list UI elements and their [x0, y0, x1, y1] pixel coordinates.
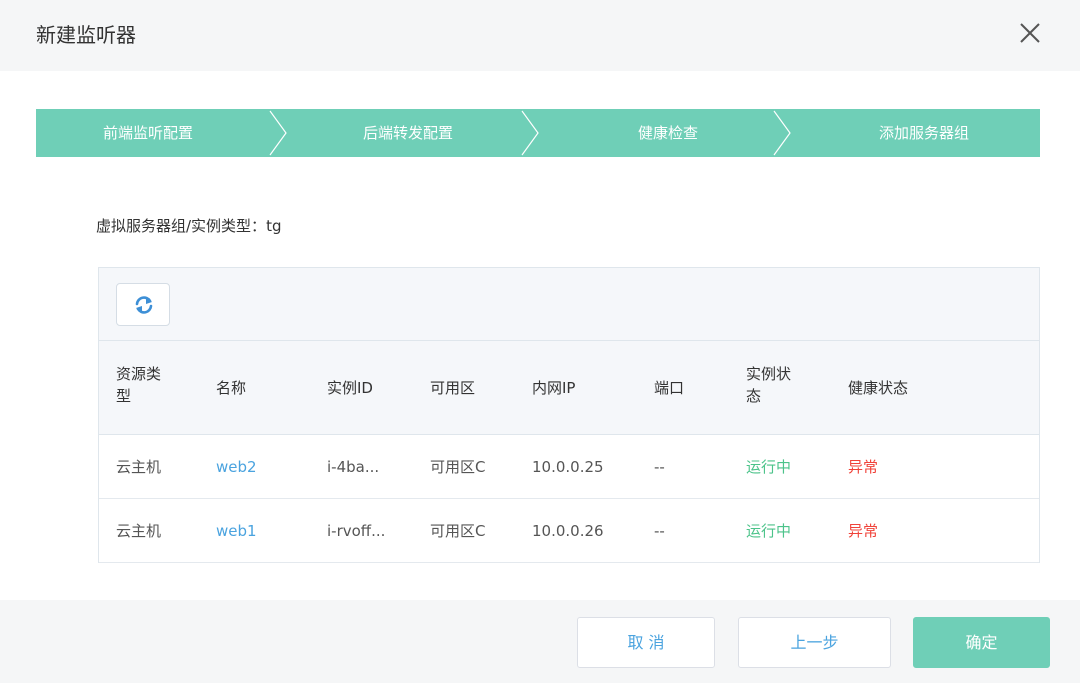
cell-resource-type: 云主机	[116, 522, 162, 540]
group-type-label: 虚拟服务器组/实例类型：	[96, 217, 267, 235]
cell-zone: 可用区C	[430, 458, 486, 476]
header-resource-type-line1: 资源类	[116, 365, 162, 383]
close-icon[interactable]	[1018, 21, 1042, 45]
dialog-title: 新建监听器	[36, 23, 136, 47]
cell-zone: 可用区C	[430, 522, 486, 540]
group-type-row: 虚拟服务器组/实例类型：tg	[96, 215, 281, 237]
cell-resource-type: 云主机	[116, 458, 162, 476]
dialog-header: 新建监听器	[0, 0, 1080, 71]
server-table: 资源类 型 名称 实例ID 可用区 内网IP 端口 实例状 态 健康状态 云主机…	[98, 267, 1040, 563]
table-header: 资源类 型 名称 实例ID 可用区 内网IP 端口 实例状 态 健康状态	[99, 341, 1039, 435]
dialog-footer: 取 消 上一步 确定	[0, 600, 1080, 683]
header-resource-type-line2: 型	[116, 387, 132, 405]
confirm-button[interactable]: 确定	[913, 617, 1050, 668]
chevron-right-icon	[269, 110, 287, 156]
cell-instance-status: 运行中	[746, 458, 792, 476]
table-row: 云主机 web2 i-4ba... 可用区C 10.0.0.25 -- 运行中 …	[99, 435, 1039, 499]
header-name: 名称	[216, 379, 247, 397]
header-instance-status-line2: 态	[746, 387, 762, 405]
header-private-ip: 内网IP	[532, 379, 576, 397]
cell-instance-id: i-rvoff...	[327, 522, 386, 540]
group-type-value: tg	[266, 217, 282, 235]
cell-health-status: 异常	[848, 458, 879, 476]
step-frontend-listener: 前端监听配置	[102, 124, 193, 142]
previous-step-button[interactable]: 上一步	[738, 617, 891, 668]
cell-private-ip: 10.0.0.25	[532, 458, 604, 476]
header-health-status: 健康状态	[848, 379, 909, 397]
refresh-button[interactable]	[116, 283, 170, 326]
header-instance-status: 实例状 态	[746, 363, 806, 407]
chevron-right-icon	[521, 110, 539, 156]
header-instance-status-line1: 实例状	[746, 365, 792, 383]
steps-bar: 前端监听配置 后端转发配置 健康检查 添加服务器组	[36, 109, 1040, 157]
cell-port: --	[654, 458, 665, 476]
chevron-right-icon	[773, 110, 791, 156]
cell-private-ip: 10.0.0.26	[532, 522, 604, 540]
header-zone: 可用区	[430, 379, 476, 397]
instance-name-link[interactable]: web2	[216, 456, 257, 478]
header-instance-id: 实例ID	[327, 379, 373, 397]
header-resource-type: 资源类 型	[116, 363, 176, 407]
table-toolbar	[99, 268, 1039, 341]
table-row: 云主机 web1 i-rvoff... 可用区C 10.0.0.26 -- 运行…	[99, 499, 1039, 563]
cell-health-status: 异常	[848, 522, 879, 540]
step-backend-forward: 后端转发配置	[362, 124, 453, 142]
cell-instance-status: 运行中	[746, 522, 792, 540]
instance-name-link[interactable]: web1	[216, 520, 257, 542]
step-add-server-group: 添加服务器组	[878, 124, 969, 142]
cancel-button[interactable]: 取 消	[577, 617, 715, 668]
cell-port: --	[654, 522, 665, 540]
header-port: 端口	[654, 379, 685, 397]
step-health-check: 健康检查	[637, 124, 698, 142]
refresh-icon	[135, 296, 153, 314]
cell-instance-id: i-4ba...	[327, 458, 380, 476]
